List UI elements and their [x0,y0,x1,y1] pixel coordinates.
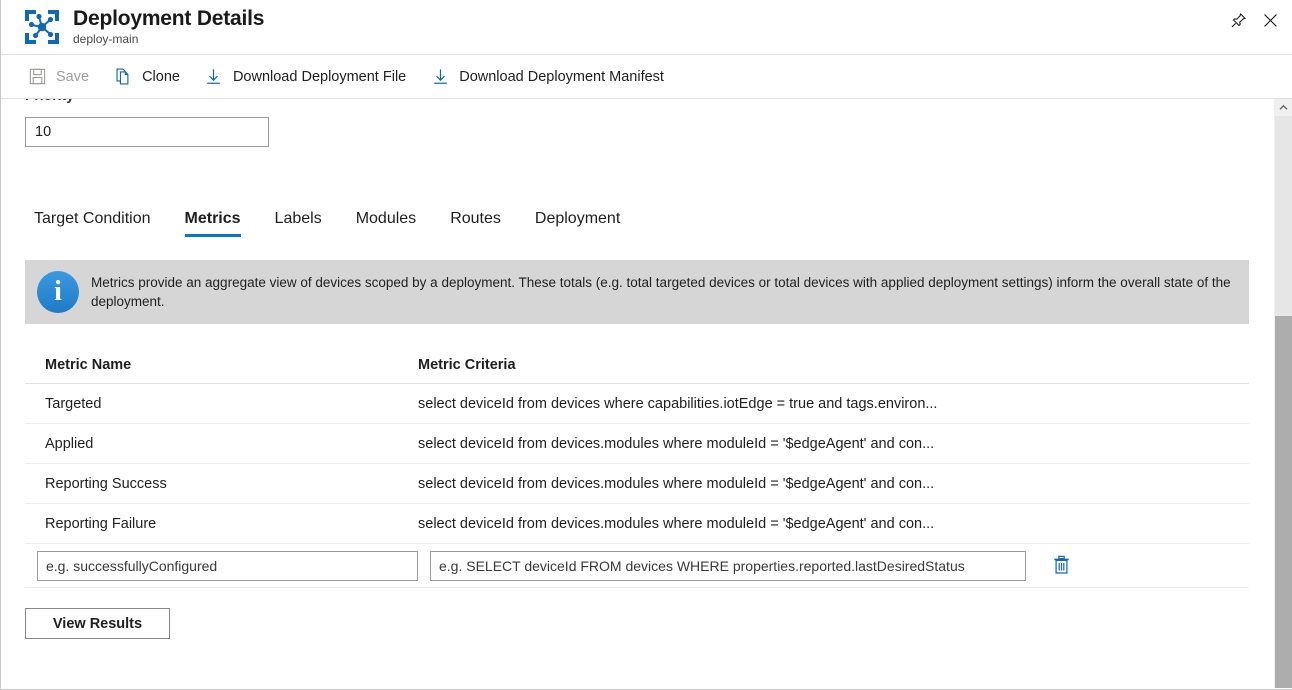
table-new-row [25,544,1249,588]
metric-criteria-cell: select deviceId from devices.modules whe… [418,516,1249,532]
clone-icon [113,67,133,87]
download-icon [430,67,450,87]
table-row[interactable]: Reporting Failure select deviceId from d… [25,504,1249,544]
table-row[interactable]: Reporting Success select deviceId from d… [25,464,1249,504]
content-region: Priority Target Condition Metrics Labels… [1,99,1292,639]
scrollbar-thumb[interactable] [1275,316,1292,688]
new-metric-criteria-input[interactable] [430,551,1026,581]
save-button: Save [27,61,91,93]
table-row[interactable]: Applied select deviceId from devices.mod… [25,424,1249,464]
page-title: Deployment Details [73,7,264,31]
metric-name-cell: Reporting Failure [25,516,418,532]
panel-header: Deployment Details deploy-main [1,0,1292,55]
info-banner-text: Metrics provide an aggregate view of dev… [91,260,1249,324]
download-deployment-file-button[interactable]: Download Deployment File [204,61,408,93]
scroll-body: Priority Target Condition Metrics Labels… [1,99,1292,688]
command-bar: Save Clone Download Deployment File [1,55,1292,99]
download-deployment-manifest-label: Download Deployment Manifest [459,69,664,85]
column-header-metric-criteria: Metric Criteria [418,357,1249,373]
tab-target-condition[interactable]: Target Condition [34,210,151,237]
vertical-scrollbar[interactable] [1274,99,1292,688]
priority-label: Priority [25,99,74,103]
tab-metrics[interactable]: Metrics [185,210,241,237]
save-label: Save [56,69,89,85]
priority-input[interactable] [25,117,269,147]
download-icon [204,67,224,87]
close-icon[interactable] [1254,4,1286,36]
new-metric-name-input[interactable] [37,551,418,581]
trash-icon[interactable] [1044,551,1078,581]
tab-modules[interactable]: Modules [356,210,416,237]
metric-name-cell: Applied [25,436,418,452]
column-header-metric-name: Metric Name [25,357,418,373]
clone-label: Clone [142,69,180,85]
view-results-button[interactable]: View Results [25,608,170,639]
tab-deployment[interactable]: Deployment [535,210,620,237]
tab-bar: Target Condition Metrics Labels Modules … [34,199,1292,237]
save-icon [27,67,47,87]
tab-routes[interactable]: Routes [450,210,501,237]
tab-labels[interactable]: Labels [275,210,322,237]
metrics-table: Metric Name Metric Criteria Targeted sel… [25,346,1249,588]
header-text-group: Deployment Details deploy-main [73,7,264,47]
table-header-row: Metric Name Metric Criteria [25,346,1249,384]
metric-criteria-cell: select deviceId from devices.modules whe… [418,436,1249,452]
pin-icon[interactable] [1222,4,1254,36]
download-deployment-file-label: Download Deployment File [233,69,406,85]
metric-name-cell: Targeted [25,396,418,412]
window-controls [1222,4,1286,36]
priority-label-clipped: Priority [25,99,1292,108]
deployment-graph-icon [23,8,61,46]
table-row[interactable]: Targeted select deviceId from devices wh… [25,384,1249,424]
scrollbar-track-upper[interactable] [1275,116,1292,316]
clone-button[interactable]: Clone [113,61,182,93]
deployment-details-panel: Deployment Details deploy-main [0,0,1292,690]
metric-criteria-cell: select deviceId from devices.modules whe… [418,476,1249,492]
metric-criteria-cell: select deviceId from devices where capab… [418,396,1249,412]
info-banner: i Metrics provide an aggregate view of d… [25,260,1249,324]
page-subtitle: deploy-main [73,32,264,47]
info-icon: i [37,271,79,313]
metric-name-cell: Reporting Success [25,476,418,492]
info-icon-wrap: i [25,260,91,324]
chevron-up-icon[interactable] [1275,99,1292,116]
download-deployment-manifest-button[interactable]: Download Deployment Manifest [430,61,666,93]
